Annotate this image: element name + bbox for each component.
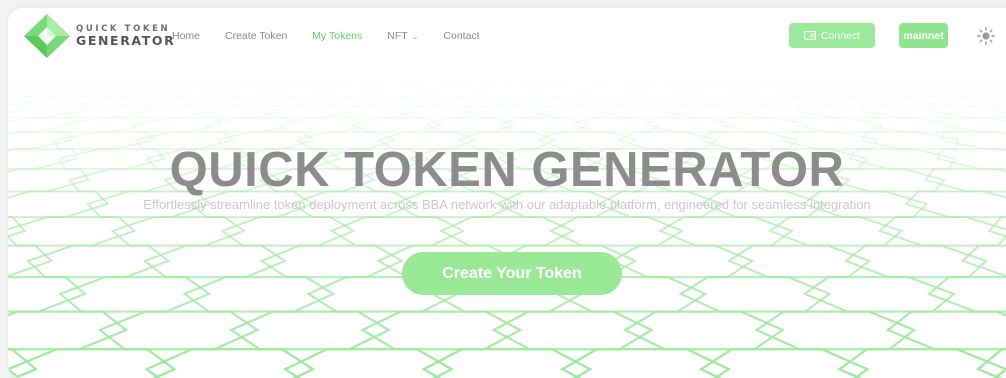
- nav-item-nft[interactable]: NFT ⌄: [387, 30, 418, 42]
- nav-item-label: Home: [172, 30, 201, 42]
- connect-wallet-button[interactable]: Connect: [789, 23, 875, 48]
- chevron-down-icon: ⌄: [411, 31, 419, 41]
- brand-wordmark: QUICK TOKEN GENERATOR: [76, 23, 176, 48]
- connect-label: Connect: [820, 29, 861, 42]
- wallet-icon: [803, 31, 816, 40]
- create-token-label: Create Your Token: [442, 264, 582, 282]
- nav-item-home[interactable]: Home: [172, 30, 200, 42]
- top-navbar: QUICK TOKEN GENERATOR Home Create Token …: [8, 8, 1006, 64]
- main-nav: Home Create Token My Tokens NFT ⌄ Contact: [172, 8, 505, 64]
- sun-icon[interactable]: [977, 27, 995, 45]
- brand-line1: QUICK TOKEN: [76, 23, 171, 34]
- app-window: QUICK TOKEN GENERATOR Home Create Token …: [8, 8, 1006, 378]
- logo-diamond-icon: [24, 14, 70, 58]
- nav-item-label: Contact: [443, 30, 480, 42]
- brand-line2: GENERATOR: [76, 33, 176, 48]
- network-label: mainnet: [903, 29, 944, 42]
- brand-logo[interactable]: QUICK TOKEN GENERATOR: [24, 14, 175, 58]
- nav-item-label: NFT: [387, 30, 408, 42]
- nav-item-label: My Tokens: [312, 30, 363, 42]
- nav-item-contact[interactable]: Contact: [443, 30, 479, 42]
- hero-title: QUICK TOKEN GENERATOR: [169, 143, 845, 197]
- nav-item-label: Create Token: [225, 30, 288, 42]
- create-your-token-button[interactable]: Create Your Token: [402, 252, 622, 295]
- nav-item-my-tokens[interactable]: My Tokens: [312, 30, 362, 42]
- hero-subtitle: Effortlessly streamline token deployment…: [143, 197, 871, 212]
- network-selector-button[interactable]: mainnet: [899, 23, 948, 48]
- nav-item-create-token[interactable]: Create Token: [225, 30, 287, 42]
